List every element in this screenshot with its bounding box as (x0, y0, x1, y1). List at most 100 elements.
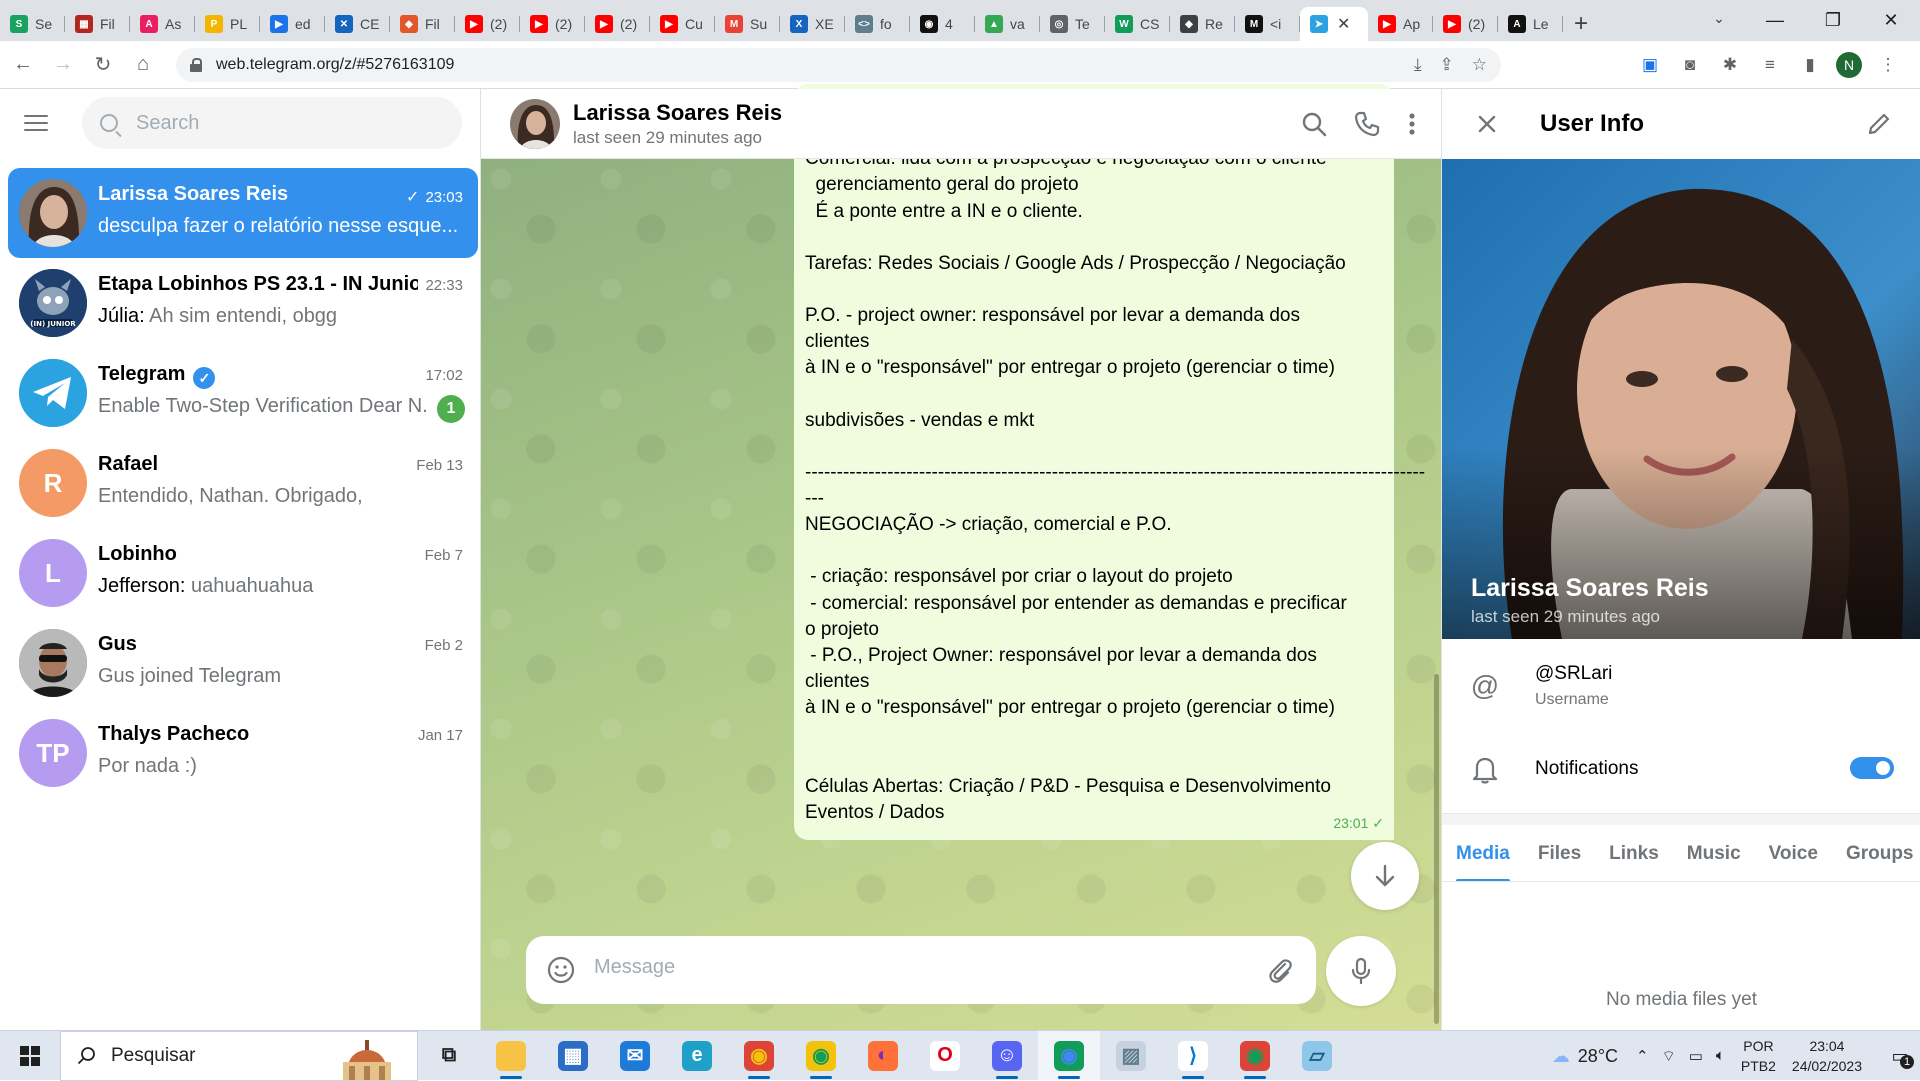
forward-icon[interactable]: → (46, 48, 80, 82)
photos-app-icon[interactable]: ▨ (1100, 1031, 1162, 1081)
lock-icon[interactable] (190, 58, 202, 72)
chrome-icon[interactable]: ◉ (728, 1031, 790, 1081)
chat-list-item[interactable]: Gus Feb 2 Gus joined Telegram (8, 618, 478, 708)
media-control-icon[interactable]: ≡ (1756, 55, 1784, 75)
new-tab-button[interactable]: + (1563, 7, 1599, 41)
microsoft-store-icon[interactable]: ▦ (542, 1031, 604, 1081)
browser-tab[interactable]: ▶ Ap (1368, 7, 1433, 41)
edit-pencil-icon[interactable] (1864, 109, 1894, 139)
browser-tab[interactable]: ▶ ed (260, 7, 325, 41)
browser-tab[interactable]: A As (130, 7, 195, 41)
chat-list-item[interactable]: R Rafael Feb 13 Entendido, Nathan. Obrigado… (8, 438, 478, 528)
windows-start-icon[interactable] (0, 1031, 60, 1081)
volume-icon[interactable]: 🔈︎ (1716, 1047, 1725, 1066)
chat-list-item[interactable]: L Lobinho Feb 7 Jefferson: uahuahuahua (8, 528, 478, 618)
chrome-second-icon[interactable]: ◉ (1224, 1031, 1286, 1081)
browser-tab[interactable]: A Le (1498, 7, 1563, 41)
system-clock[interactable]: 23:04 24/02/2023 (1792, 1036, 1862, 1076)
message-bubble[interactable]: Comercial IN JUNIORComercial: lida com a… (794, 84, 1425, 841)
share-icon[interactable]: ⇪ (1440, 55, 1454, 75)
extension-icon[interactable]: ▣ (1636, 55, 1664, 75)
taskbar-search-box[interactable]: Pesquisar (60, 1030, 418, 1081)
minimize-button[interactable]: — (1746, 0, 1804, 41)
close-window-button[interactable]: ✕ (1862, 0, 1920, 41)
chrome-active-icon[interactable]: ◉ (1038, 1030, 1100, 1081)
notifications-row[interactable]: Notifications (1442, 747, 1920, 791)
browser-tab-active[interactable]: ➤ ✕ (1300, 7, 1368, 41)
firefox-icon[interactable]: ◐ (852, 1031, 914, 1081)
browser-tab[interactable]: P PL (195, 7, 260, 41)
home-icon[interactable]: ⌂ (126, 48, 160, 82)
browser-tab[interactable]: ▶ Cu (650, 7, 715, 41)
browser-tab[interactable]: ✕ CE (325, 7, 390, 41)
media-tab-links[interactable]: Links (1595, 825, 1673, 881)
address-bar[interactable]: web.telegram.org/z/#5276163109 ⤓ ⇪ ☆ (176, 48, 1501, 82)
camera-extension-icon[interactable]: ◙ (1676, 55, 1704, 75)
browser-tab[interactable]: M <i (1235, 7, 1300, 41)
task-view-icon[interactable]: ⧉ (418, 1031, 480, 1081)
media-tab-media[interactable]: Media (1442, 825, 1524, 881)
paperclip-attach-icon[interactable] (1264, 954, 1296, 986)
chat-list-item[interactable]: TP Thalys Pacheco Jan 17 Por nada :) (8, 708, 478, 798)
side-panel-icon[interactable]: ▮ (1796, 55, 1824, 75)
browser-tab[interactable]: ▶ (2) (585, 7, 650, 41)
puzzle-extensions-icon[interactable]: ✱ (1716, 55, 1744, 75)
keyboard-language[interactable]: POR PTB2 (1741, 1036, 1776, 1076)
install-icon[interactable]: ⤓ (1414, 55, 1422, 75)
reload-icon[interactable]: ↻ (86, 48, 120, 82)
search-input[interactable] (136, 111, 436, 135)
emoji-icon[interactable] (545, 954, 577, 986)
chat-list-item[interactable]: Telegram ✓ 17:02 Enable Two-Step Verificati… (8, 348, 478, 438)
weather-widget[interactable]: ☁ 28°C (1552, 1046, 1618, 1067)
search-icon[interactable] (1301, 111, 1327, 137)
restore-button[interactable]: ❐ (1804, 0, 1862, 41)
browser-tab[interactable]: X XE (780, 7, 845, 41)
profile-photo[interactable]: Larissa Soares Reis last seen 29 minutes… (1442, 159, 1920, 639)
browser-tab[interactable]: ◉ 4 (910, 7, 975, 41)
browser-tab[interactable]: ◆ Re (1170, 7, 1235, 41)
browser-tab[interactable]: ▶ (2) (520, 7, 585, 41)
vscode-icon[interactable]: ⟩ (1162, 1031, 1224, 1081)
browser-tab[interactable]: ▲ va (975, 7, 1040, 41)
battery-icon[interactable]: ▭ (1689, 1047, 1703, 1066)
chevron-up-icon[interactable]: ⌃ (1636, 1047, 1649, 1066)
notification-center-icon[interactable]: ▭ 1 (1880, 1046, 1920, 1069)
browser-tab[interactable]: W CS (1105, 7, 1170, 41)
more-options-icon[interactable]: ⋮ (1874, 55, 1902, 75)
more-vertical-icon[interactable] (1407, 111, 1417, 137)
profile-avatar[interactable]: N (1836, 52, 1862, 78)
browser-tab[interactable]: <> fo (845, 7, 910, 41)
phone-call-icon[interactable] (1353, 110, 1381, 138)
browser-tab[interactable]: S Se (0, 7, 65, 41)
messages-scrollbar[interactable] (1434, 674, 1439, 1024)
browser-tab[interactable]: ◎ Te (1040, 7, 1105, 41)
back-icon[interactable]: ← (6, 48, 40, 82)
browser-tab[interactable]: M Su (715, 7, 780, 41)
media-tab-voice[interactable]: Voice (1755, 825, 1832, 881)
bookmark-star-icon[interactable]: ☆ (1472, 55, 1487, 75)
opera-icon[interactable]: O (914, 1031, 976, 1081)
chrome-profile-icon[interactable]: ◉ (790, 1031, 852, 1081)
browser-tab[interactable]: ◆ Fil (390, 7, 455, 41)
notifications-toggle[interactable] (1850, 757, 1894, 779)
browser-tab[interactable]: ▦ Fil (65, 7, 130, 41)
file-explorer-icon[interactable] (480, 1031, 542, 1081)
media-tab-groups[interactable]: Groups (1832, 825, 1920, 881)
media-tab-music[interactable]: Music (1673, 825, 1755, 881)
scroll-down-button[interactable] (1351, 842, 1419, 910)
edge-browser-icon[interactable]: e (666, 1031, 728, 1081)
message-input[interactable] (594, 956, 1174, 979)
chat-list-item[interactable]: Larissa Soares Reis ✓ 23:03 desculpa fazer … (8, 168, 478, 258)
microphone-button[interactable] (1326, 936, 1396, 1006)
mail-icon[interactable]: ✉ (604, 1031, 666, 1081)
network-icon[interactable]: ⌔ (1662, 1047, 1676, 1066)
hamburger-menu-icon[interactable] (24, 106, 58, 140)
notes-app-icon[interactable]: ▱ (1286, 1031, 1348, 1081)
username-row[interactable]: @ @SRLari Username (1442, 663, 1920, 709)
browser-tab[interactable]: ▶ (2) (1433, 7, 1498, 41)
close-icon[interactable] (1472, 109, 1502, 139)
search-box[interactable] (82, 97, 462, 149)
contact-avatar[interactable] (510, 98, 560, 149)
conversation-header[interactable]: Larissa Soares Reis last seen 29 minutes… (481, 89, 1441, 159)
discord-icon[interactable]: ☺ (976, 1031, 1038, 1081)
